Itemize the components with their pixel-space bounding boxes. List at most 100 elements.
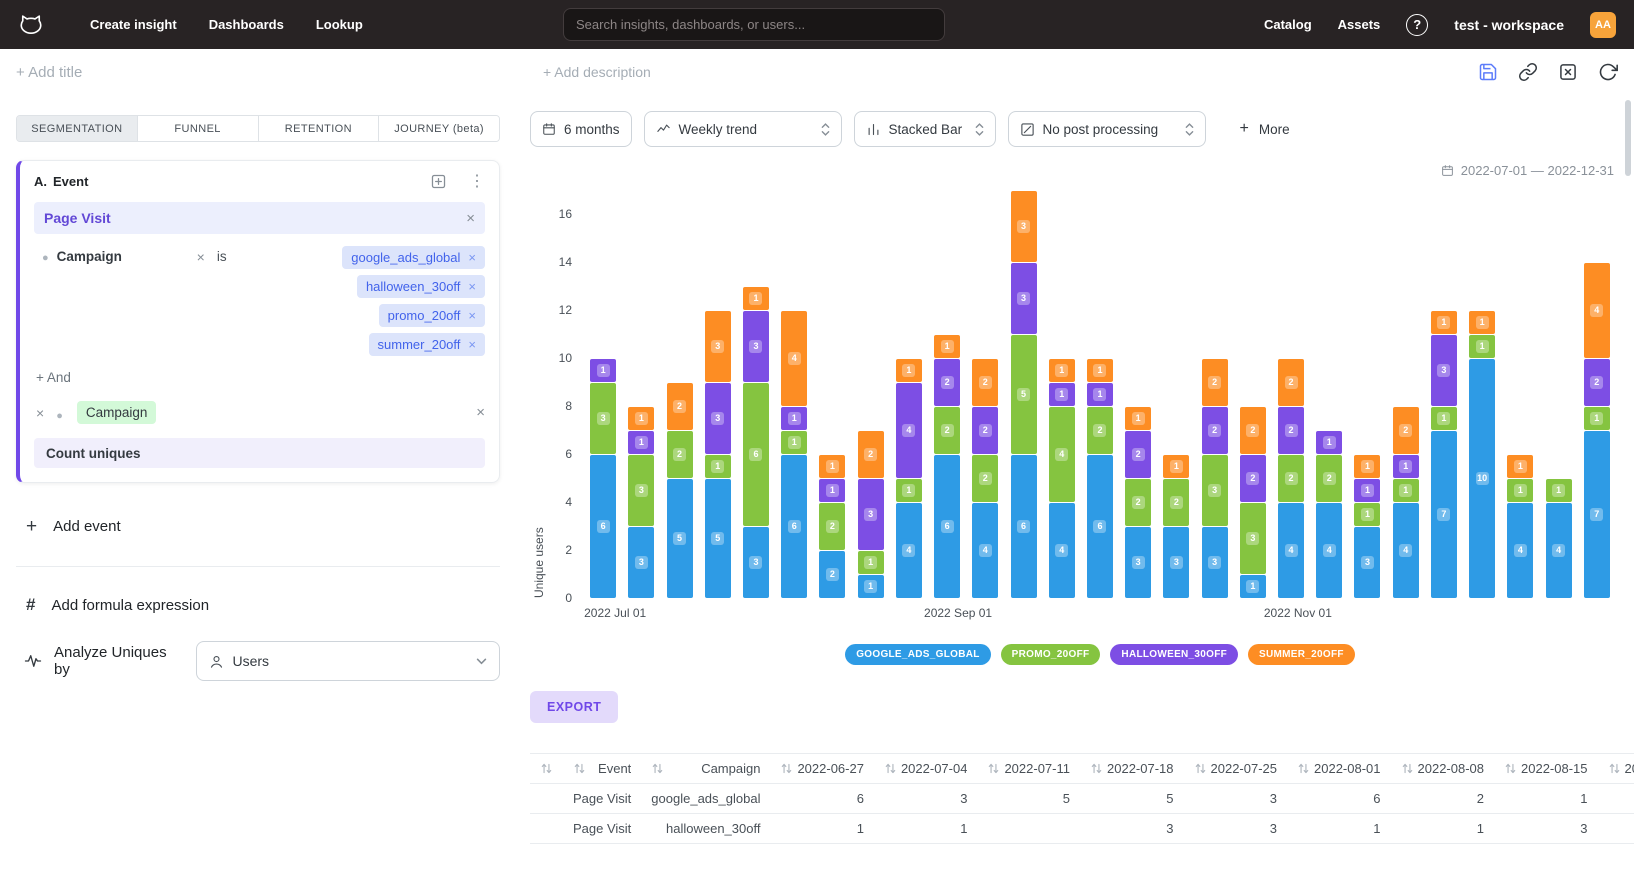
bar-segment-summer_20off[interactable]: 1 <box>1469 311 1495 334</box>
filter-value-chip[interactable]: google_ads_global× <box>342 246 485 269</box>
bar-segment-promo_20off[interactable]: 3 <box>1240 503 1266 574</box>
remove-event-icon[interactable]: × <box>466 211 475 226</box>
avatar[interactable]: AA <box>1590 12 1616 38</box>
bar-segment-promo_20off[interactable]: 2 <box>1163 479 1189 526</box>
bar-segment-promo_20off[interactable]: 1 <box>1393 479 1419 502</box>
nav-assets[interactable]: Assets <box>1338 17 1381 32</box>
column-header-2022-08-22[interactable]: 2022-08-22 <box>1598 754 1634 784</box>
workspace-name[interactable]: test - workspace <box>1454 17 1564 33</box>
bar-segment-summer_20off[interactable]: 2 <box>858 431 884 478</box>
selected-event-row[interactable]: Page Visit × <box>34 202 485 234</box>
bar-2022-06-27[interactable]: 631 <box>590 359 616 598</box>
column-header-Event[interactable]: Event <box>563 754 641 784</box>
bar-2022-11-21[interactable]: 4112 <box>1393 407 1419 598</box>
column-header-2022-08-01[interactable]: 2022-08-01 <box>1287 754 1391 784</box>
column-header-2022-06-27[interactable]: 2022-06-27 <box>770 754 874 784</box>
bar-2022-10-10[interactable]: 321 <box>1163 455 1189 598</box>
sort-icon[interactable] <box>1608 762 1621 775</box>
bar-2022-10-17[interactable]: 3322 <box>1202 359 1228 598</box>
bar-segment-halloween_30off[interactable]: 1 <box>1316 431 1342 454</box>
bar-2022-12-12[interactable]: 411 <box>1507 455 1533 598</box>
selected-event-name[interactable]: Page Visit <box>44 210 111 226</box>
add-and-condition[interactable]: + And <box>36 370 485 385</box>
event-menu-icon[interactable]: ⋮ <box>469 174 485 190</box>
bar-segment-google_ads_global[interactable]: 1 <box>858 575 884 598</box>
save-icon[interactable] <box>1478 62 1498 82</box>
bar-segment-summer_20off[interactable]: 1 <box>628 407 654 430</box>
bar-2022-09-12[interactable]: 6533 <box>1011 191 1037 598</box>
bar-segment-halloween_30off[interactable]: 1 <box>590 359 616 382</box>
bar-segment-promo_20off[interactable]: 1 <box>1354 503 1380 526</box>
add-title-button[interactable]: + Add title <box>16 64 82 81</box>
bar-segment-google_ads_global[interactable]: 3 <box>628 527 654 598</box>
bar-segment-halloween_30off[interactable]: 1 <box>1087 383 1113 406</box>
bar-segment-halloween_30off[interactable]: 1 <box>1049 383 1075 406</box>
legend-chip-halloween_30off[interactable]: HALLOWEEN_30OFF <box>1110 644 1238 665</box>
more-options-button[interactable]: + More <box>1240 121 1290 137</box>
bar-segment-google_ads_global[interactable]: 4 <box>1546 503 1572 598</box>
sort-icon[interactable] <box>1504 762 1517 775</box>
help-icon[interactable]: ? <box>1406 14 1428 36</box>
bar-segment-google_ads_global[interactable]: 4 <box>1393 503 1419 598</box>
bar-2022-10-03[interactable]: 3221 <box>1125 407 1151 598</box>
bar-segment-promo_20off[interactable]: 1 <box>1584 407 1610 430</box>
tab-journey[interactable]: JOURNEY (beta) <box>379 116 499 141</box>
bar-segment-halloween_30off[interactable]: 1 <box>628 431 654 454</box>
bar-segment-summer_20off[interactable]: 1 <box>1431 311 1457 334</box>
bar-segment-halloween_30off[interactable]: 2 <box>972 407 998 454</box>
aggregation-row[interactable]: Count uniques <box>34 438 485 468</box>
bar-segment-halloween_30off[interactable]: 2 <box>1240 455 1266 502</box>
bar-2022-09-26[interactable]: 6211 <box>1087 359 1113 598</box>
legend-chip-promo_20off[interactable]: PROMO_20OFF <box>1001 644 1101 665</box>
bar-segment-google_ads_global[interactable]: 5 <box>705 479 731 598</box>
bar-segment-promo_20off[interactable]: 1 <box>858 551 884 574</box>
date-preset-button[interactable]: 6 months <box>530 111 632 147</box>
bar-segment-halloween_30off[interactable]: 1 <box>1393 455 1419 478</box>
trend-select[interactable]: Weekly trend <box>644 111 842 147</box>
bar-2022-08-08[interactable]: 2211 <box>819 455 845 598</box>
filter-operator[interactable]: is <box>217 249 227 264</box>
bar-segment-summer_20off[interactable]: 4 <box>781 311 807 406</box>
bar-segment-google_ads_global[interactable]: 6 <box>934 455 960 598</box>
duplicate-event-icon[interactable] <box>430 173 447 190</box>
bar-2022-10-24[interactable]: 1322 <box>1240 407 1266 598</box>
bar-segment-halloween_30off[interactable]: 3 <box>743 311 769 382</box>
bar-segment-promo_20off[interactable]: 5 <box>1011 335 1037 454</box>
bar-segment-summer_20off[interactable]: 1 <box>1163 455 1189 478</box>
chart-type-select[interactable]: Stacked Bar <box>854 111 996 147</box>
sort-icon[interactable] <box>884 762 897 775</box>
bar-segment-halloween_30off[interactable]: 2 <box>1584 359 1610 406</box>
remove-filter-value-icon[interactable]: × <box>468 251 476 264</box>
bar-segment-summer_20off[interactable]: 2 <box>1393 407 1419 454</box>
bar-segment-google_ads_global[interactable]: 4 <box>972 503 998 598</box>
column-header-2022-07-11[interactable]: 2022-07-11 <box>977 754 1080 784</box>
nav-catalog[interactable]: Catalog <box>1264 17 1312 32</box>
bar-segment-halloween_30off[interactable]: 1 <box>1354 479 1380 502</box>
sort-icon[interactable] <box>1090 762 1103 775</box>
bar-segment-promo_20off[interactable]: 1 <box>1507 479 1533 502</box>
bar-2022-12-19[interactable]: 41 <box>1546 479 1572 598</box>
bar-segment-promo_20off[interactable]: 2 <box>1316 455 1342 502</box>
tab-segmentation[interactable]: SEGMENTATION <box>17 116 138 141</box>
vertical-scrollbar[interactable] <box>1625 100 1631 176</box>
sort-icon[interactable] <box>573 762 586 775</box>
legend-chip-summer_20off[interactable]: SUMMER_20OFF <box>1248 644 1355 665</box>
analyze-by-select[interactable]: Users <box>196 641 500 681</box>
bar-segment-promo_20off[interactable]: 2 <box>667 431 693 478</box>
bar-2022-07-11[interactable]: 522 <box>667 383 693 598</box>
bar-segment-promo_20off[interactable]: 4 <box>1049 407 1075 502</box>
bar-segment-halloween_30off[interactable]: 1 <box>781 407 807 430</box>
bar-2022-11-07[interactable]: 421 <box>1316 431 1342 598</box>
nav-create-insight[interactable]: Create insight <box>90 17 177 32</box>
breakdown-property[interactable]: Campaign <box>77 401 157 424</box>
bar-segment-halloween_30off[interactable]: 2 <box>1125 431 1151 478</box>
bar-2022-11-28[interactable]: 7131 <box>1431 311 1457 598</box>
column-header-sort[interactable] <box>530 754 563 784</box>
bar-segment-promo_20off[interactable]: 2 <box>819 503 845 550</box>
bar-2022-08-22[interactable]: 4141 <box>896 359 922 598</box>
bar-segment-google_ads_global[interactable]: 4 <box>1049 503 1075 598</box>
bar-segment-google_ads_global[interactable]: 3 <box>1125 527 1151 598</box>
close-insight-icon[interactable] <box>1558 62 1578 82</box>
bar-segment-halloween_30off[interactable]: 3 <box>1431 335 1457 406</box>
bar-segment-google_ads_global[interactable]: 4 <box>1316 503 1342 598</box>
